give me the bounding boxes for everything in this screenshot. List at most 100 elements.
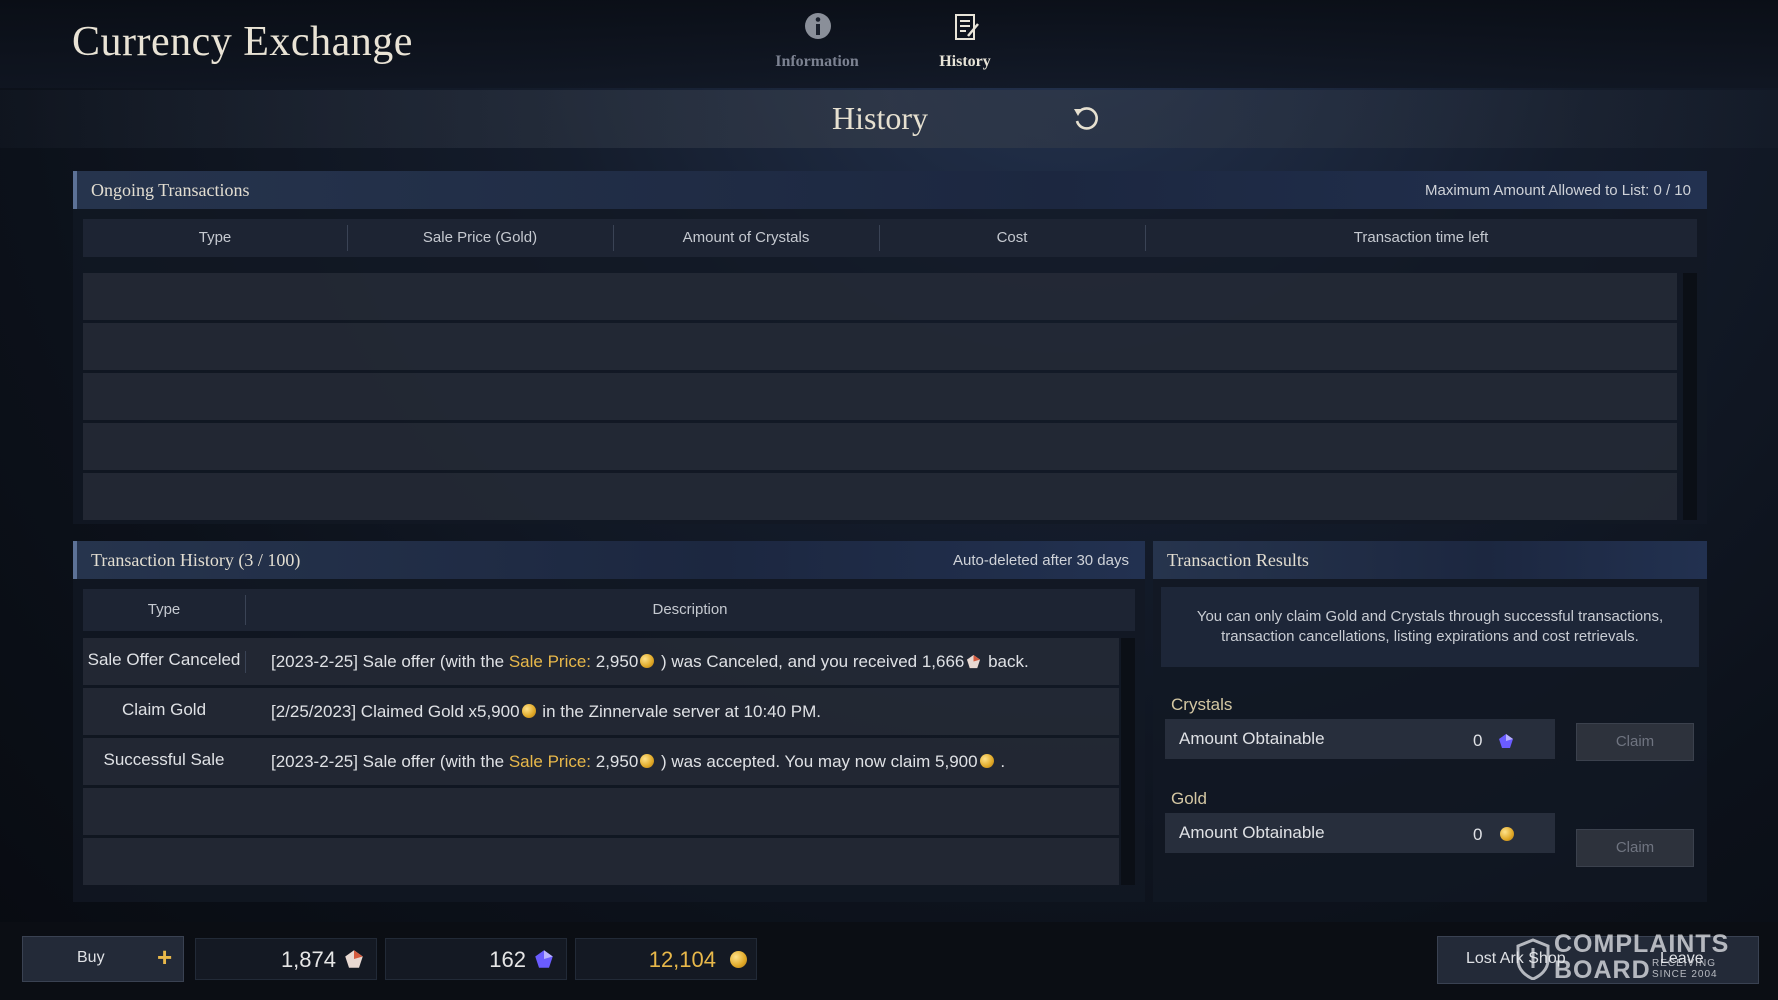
col-time-left: Transaction time left [1353, 229, 1489, 246]
app-title: Currency Exchange [72, 19, 413, 65]
sale-price-label: Sale Price: [508, 652, 592, 671]
watermark-line1: COMPLAINTS [1554, 930, 1730, 958]
col-type: Type [198, 229, 232, 246]
tab-history-label: History [939, 53, 991, 70]
history-type: Sale Offer Canceled [87, 650, 241, 669]
col-type: Type [147, 601, 181, 618]
royal-crystal-icon [345, 950, 363, 968]
watermark-tag2: SINCE 2004 [1652, 969, 1718, 980]
gold-balance: 12,104 [575, 938, 757, 980]
gold-coin-icon [640, 754, 655, 768]
transaction-history-header: Transaction History (3 / 100) Auto-delet… [73, 541, 1145, 579]
royal-crystal-value: 1,874 [280, 947, 336, 972]
watermark-tagline: RECEIVING SINCE 2004 [1652, 958, 1718, 980]
history-icon [955, 14, 979, 40]
watermark-line2: BOARD [1554, 956, 1651, 984]
crystals-section-label: Crystals [1171, 695, 1233, 714]
description-text: 2,950 [591, 652, 639, 671]
sale-price-label: Sale Price: [508, 752, 592, 771]
page-title: History [832, 100, 928, 136]
gold-coin-icon [1500, 827, 1514, 841]
col-divider [245, 651, 246, 673]
history-description: [2023-2-25] Sale offer (with the Sale Pr… [271, 752, 1005, 772]
transaction-history-panel: Transaction History (3 / 100) Auto-delet… [73, 541, 1145, 902]
gold-amount-value: 0 [1473, 825, 1483, 844]
history-description: [2023-2-25] Sale offer (with the Sale Pr… [271, 652, 1029, 672]
description-text: in the Zinnervale server at 10:40 PM. [537, 702, 822, 721]
table-row [83, 323, 1677, 370]
blue-crystal-value: 162 [489, 947, 526, 972]
gold-value: 12,104 [648, 947, 716, 972]
col-sale-price: Sale Price (Gold) [422, 229, 538, 246]
plus-icon: + [157, 942, 173, 972]
table-row [83, 473, 1677, 520]
history-description: [2/25/2023] Claimed Gold x5,900 in the Z… [271, 702, 821, 722]
description-text: ) was Canceled, and you received 1,666 [656, 652, 965, 671]
buy-button[interactable]: Buy + [22, 936, 184, 982]
gold-coin-icon [640, 654, 655, 668]
gold-coin-icon [730, 951, 747, 968]
blue-crystal-balance: 162 [385, 938, 567, 980]
crystals-amount-row: Amount Obtainable 0 [1165, 719, 1555, 759]
info-icon [805, 13, 831, 39]
ongoing-scrollbar[interactable] [1683, 273, 1697, 520]
description-text: back. [983, 652, 1029, 671]
tab-information[interactable]: Information [757, 8, 877, 76]
table-row [83, 273, 1677, 320]
gold-amount-label: Amount Obtainable [1179, 823, 1325, 842]
history-row [83, 788, 1119, 835]
table-row [83, 373, 1677, 420]
history-row: Claim Gold [2/25/2023] Claimed Gold x5,9… [83, 688, 1119, 735]
history-row [83, 838, 1119, 885]
ongoing-transactions-title: Ongoing Transactions [91, 180, 250, 200]
transaction-history-title: Transaction History (3 / 100) [91, 550, 301, 570]
tab-information-label: Information [775, 53, 859, 70]
claim-gold-button[interactable]: Claim [1576, 829, 1694, 867]
royal-crystal-balance: 1,874 [195, 938, 377, 980]
gold-coin-icon [979, 754, 994, 768]
auto-delete-note: Auto-deleted after 30 days [953, 552, 1129, 569]
description-text: [2023-2-25] Sale offer (with the [271, 652, 509, 671]
ongoing-transactions-panel: Ongoing Transactions Maximum Amount Allo… [73, 171, 1707, 524]
blue-crystal-icon [1499, 734, 1513, 748]
shield-icon [1516, 938, 1550, 980]
history-row: Successful Sale [2023-2-25] Sale offer (… [83, 738, 1119, 785]
history-column-headers: Type Description [83, 589, 1135, 631]
col-amount-crystals: Amount of Crystals [682, 229, 810, 246]
results-note: You can only claim Gold and Crystals thr… [1161, 587, 1699, 667]
results-note-text: You can only claim Gold and Crystals thr… [1196, 608, 1664, 645]
buy-label: Buy [77, 949, 105, 966]
complaints-board-watermark: COMPLAINTS BOARD RECEIVING SINCE 2004 [1512, 928, 1772, 988]
gold-amount-row: Amount Obtainable 0 [1165, 813, 1555, 853]
ongoing-column-headers: Type Sale Price (Gold) Amount of Crystal… [83, 219, 1697, 257]
history-scrollbar[interactable] [1121, 638, 1135, 885]
history-type: Claim Gold [121, 700, 207, 719]
description-text: . [995, 752, 1006, 771]
transaction-results-header: Transaction Results [1153, 541, 1707, 579]
col-cost: Cost [996, 229, 1028, 246]
description-text: [2/25/2023] Claimed Gold x5,900 [271, 702, 520, 721]
history-type: Successful Sale [103, 750, 225, 769]
description-text: ) was accepted. You may now claim 5,900 [656, 752, 978, 771]
col-description: Description [652, 601, 728, 618]
crystals-amount-label: Amount Obtainable [1179, 729, 1325, 748]
royal-crystal-icon [967, 654, 981, 669]
blue-crystal-icon [535, 950, 553, 968]
claim-crystals-button[interactable]: Claim [1576, 723, 1694, 761]
table-row [83, 423, 1677, 470]
transaction-results-title: Transaction Results [1167, 550, 1309, 570]
refresh-icon[interactable] [1070, 103, 1102, 135]
description-text: 2,950 [591, 752, 639, 771]
max-listing-limit: Maximum Amount Allowed to List: 0 / 10 [1425, 182, 1691, 199]
transaction-results-panel: Transaction Results You can only claim G… [1153, 541, 1707, 902]
history-row: Sale Offer Canceled [2023-2-25] Sale off… [83, 638, 1119, 685]
page-header: History [0, 90, 1778, 148]
ongoing-transactions-header: Ongoing Transactions Maximum Amount Allo… [73, 171, 1707, 209]
tab-history[interactable]: History [905, 8, 1025, 76]
watermark-tag1: RECEIVING [1652, 958, 1717, 969]
top-bar: Currency Exchange Information History [0, 0, 1778, 88]
gold-section-label: Gold [1171, 789, 1207, 808]
description-text: [2023-2-25] Sale offer (with the [271, 752, 509, 771]
gold-coin-icon [521, 704, 536, 718]
crystals-amount-value: 0 [1473, 731, 1483, 750]
